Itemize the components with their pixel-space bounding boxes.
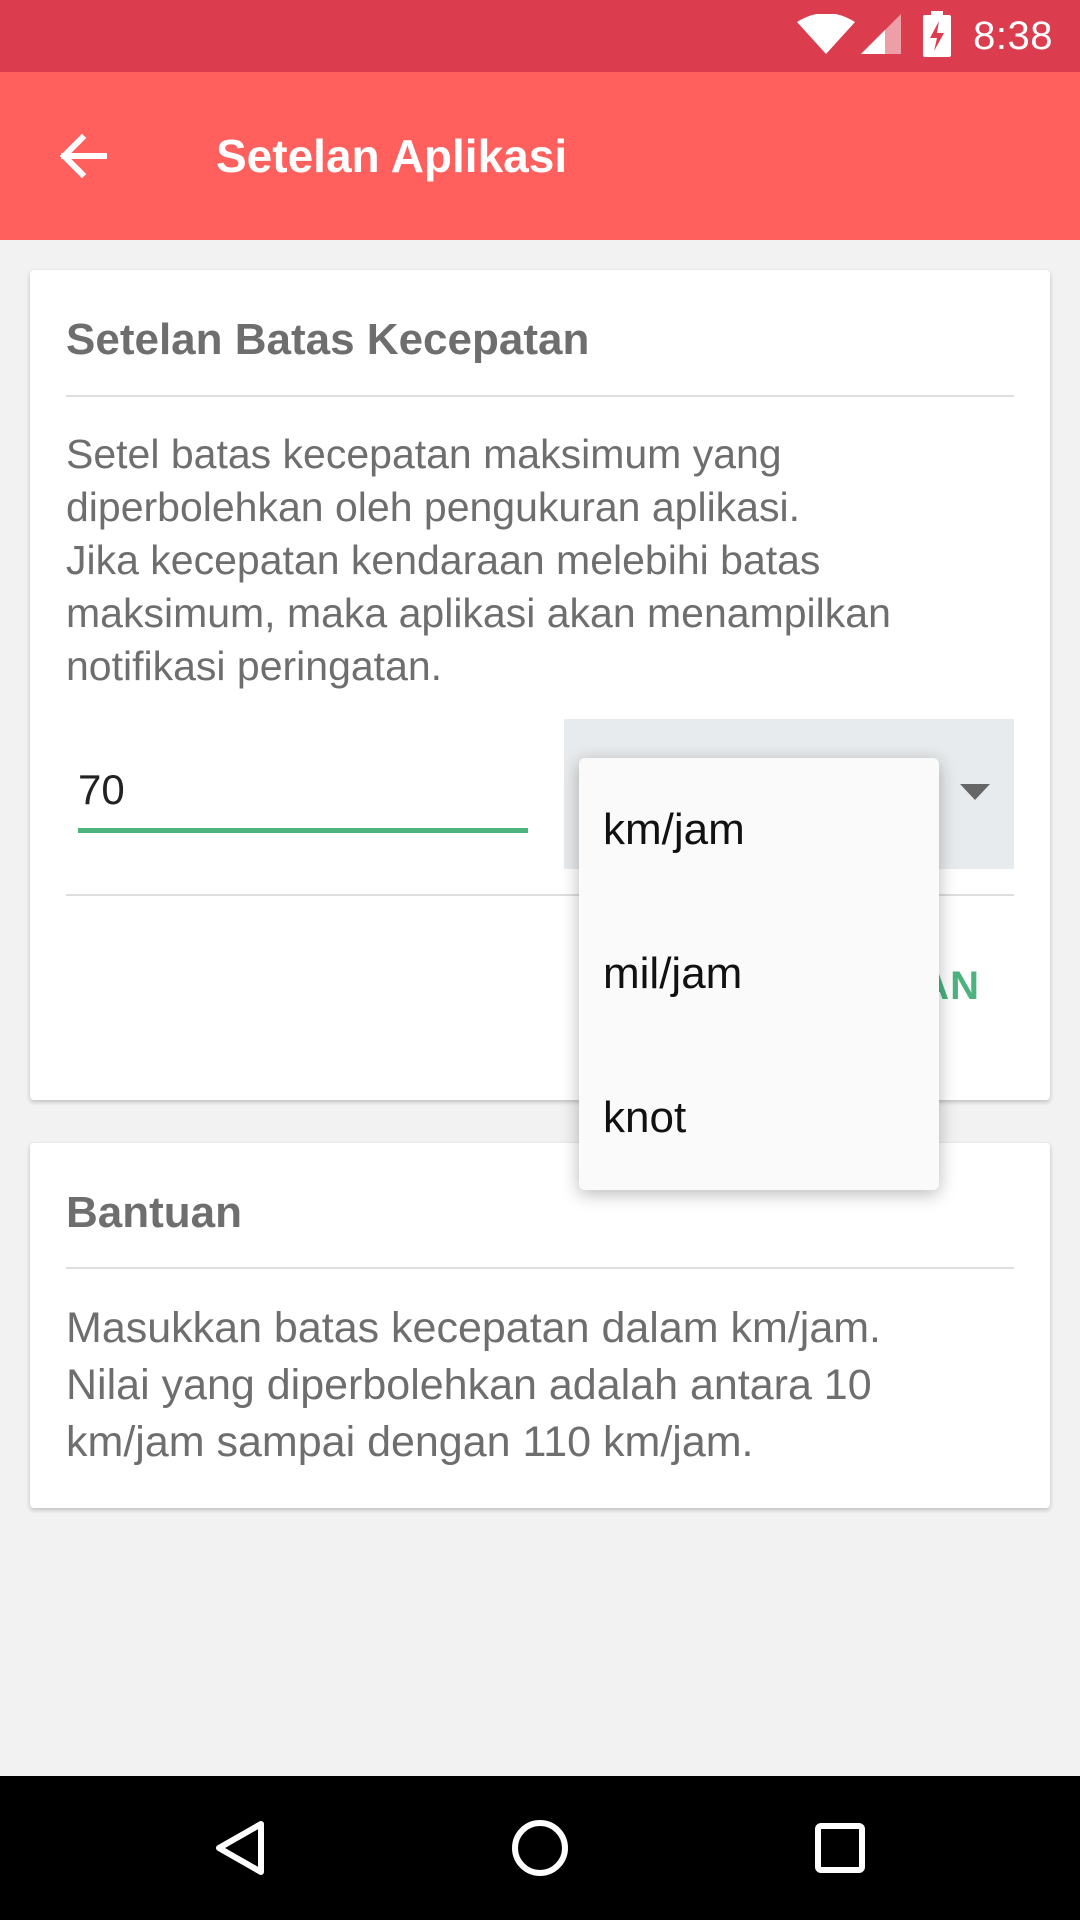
wifi-icon [797, 12, 856, 59]
description-line: diperbolehkan oleh pengukuran aplikasi. [66, 484, 800, 530]
help-card-divider [66, 1267, 1014, 1269]
description-line: Jika kecepatan kendaraan melebihi batas [66, 537, 821, 583]
description-line: maksimum, maka aplikasi akan menampilkan [66, 590, 891, 636]
page-title: Setelan Aplikasi [216, 130, 568, 182]
help-line: Masukkan batas kecepatan dalam km/jam. [66, 1304, 882, 1352]
status-time: 8:38 [973, 13, 1053, 58]
help-card-description: Masukkan batas kecepatan dalam km/jam. N… [66, 1300, 1026, 1471]
triangle-down-icon [960, 784, 990, 805]
help-card-title: Bantuan [66, 1188, 242, 1237]
help-card: Bantuan Masukkan batas kecepatan dalam k… [30, 1143, 1050, 1508]
description-line: Setel batas kecepatan maksimum yang [66, 431, 782, 477]
speed-card-divider [66, 395, 1014, 397]
speed-card-description: Setel batas kecepatan maksimum yang dipe… [66, 428, 1026, 693]
home-circle-icon[interactable] [510, 1818, 570, 1878]
dropdown-option-knot[interactable]: knot [579, 1046, 939, 1190]
status-bar: 8:38 [0, 0, 1080, 72]
speed-limit-input[interactable] [78, 760, 528, 820]
status-icons: 8:38 [797, 0, 1080, 72]
back-triangle-icon[interactable] [211, 1818, 271, 1878]
signal-icon [861, 13, 902, 59]
description-line: notifikasi peringatan. [66, 643, 443, 689]
unit-dropdown-menu: km/jam mil/jam knot [579, 758, 939, 1190]
recents-square-icon[interactable] [810, 1818, 870, 1878]
navigation-bar [0, 1776, 1080, 1920]
dropdown-option-km-jam[interactable]: km/jam [579, 758, 939, 902]
input-underline [78, 828, 528, 833]
help-line: Nilai yang diperbolehkan adalah antara 1… [66, 1361, 872, 1409]
app-bar: Setelan Aplikasi [0, 72, 1080, 240]
help-line: km/jam sampai dengan 110 km/jam. [66, 1418, 754, 1466]
speed-card-title: Setelan Batas Kecepatan [66, 315, 590, 364]
battery-charging-icon [923, 10, 952, 62]
arrow-left-icon[interactable] [54, 126, 114, 186]
dropdown-option-mil-jam[interactable]: mil/jam [579, 902, 939, 1046]
